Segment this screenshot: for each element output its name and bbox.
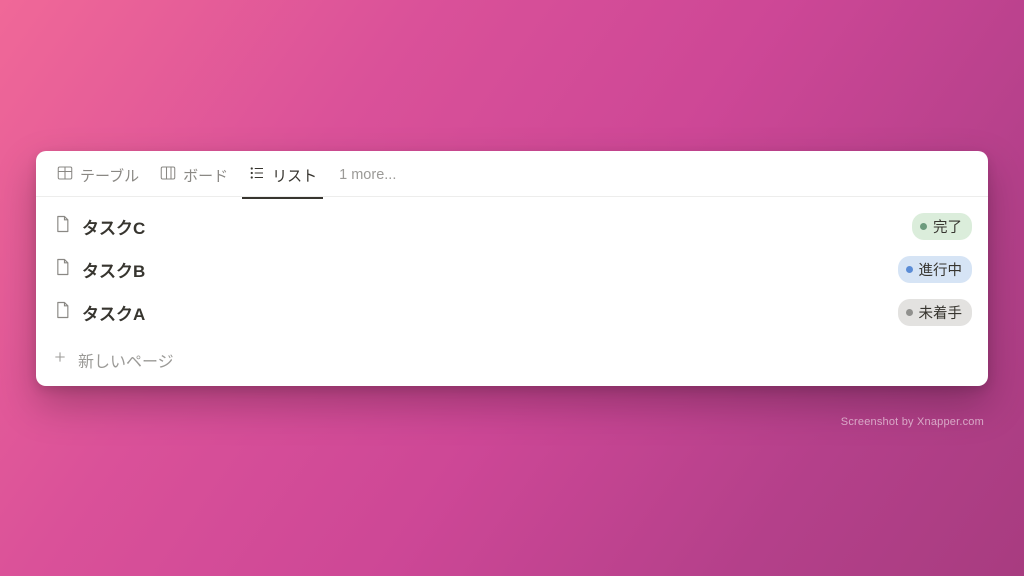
- more-label: 1 more...: [339, 167, 396, 183]
- status-badge[interactable]: 完了: [912, 213, 972, 240]
- new-page-button[interactable]: 新しいページ: [36, 338, 988, 386]
- status-text: 完了: [933, 216, 962, 237]
- plus-icon: [52, 349, 68, 370]
- status-dot-icon: [906, 309, 913, 316]
- page-icon: [52, 214, 72, 239]
- status-badge[interactable]: 進行中: [898, 256, 973, 283]
- task-title: タスクC: [82, 214, 902, 239]
- status-dot-icon: [906, 266, 913, 273]
- watermark: Screenshot by Xnapper.com: [841, 416, 984, 428]
- new-page-label: 新しいページ: [78, 348, 174, 372]
- task-title: タスクA: [82, 300, 888, 325]
- page-icon: [52, 257, 72, 282]
- status-badge[interactable]: 未着手: [898, 299, 973, 326]
- page-icon: [52, 300, 72, 325]
- database-card: テーブル ボード リスト 1 more... タスクC 完了: [36, 151, 988, 386]
- more-views[interactable]: 1 more...: [329, 161, 406, 195]
- tab-label: ボード: [183, 165, 228, 186]
- tab-label: テーブル: [80, 165, 139, 186]
- list-item[interactable]: タスクA 未着手: [48, 291, 976, 334]
- tab-board[interactable]: ボード: [151, 158, 236, 198]
- view-tabs: テーブル ボード リスト 1 more...: [36, 151, 988, 197]
- board-icon: [159, 164, 177, 186]
- tab-label: リスト: [272, 165, 317, 186]
- tab-list[interactable]: リスト: [240, 158, 325, 198]
- task-list: タスクC 完了 タスクB 進行中 タスクA 未着手: [36, 197, 988, 338]
- status-text: 進行中: [919, 259, 963, 280]
- tab-table[interactable]: テーブル: [48, 158, 147, 198]
- status-dot-icon: [920, 223, 927, 230]
- list-icon: [248, 164, 266, 186]
- status-text: 未着手: [919, 302, 963, 323]
- list-item[interactable]: タスクB 進行中: [48, 248, 976, 291]
- table-icon: [56, 164, 74, 186]
- task-title: タスクB: [82, 257, 888, 282]
- list-item[interactable]: タスクC 完了: [48, 205, 976, 248]
